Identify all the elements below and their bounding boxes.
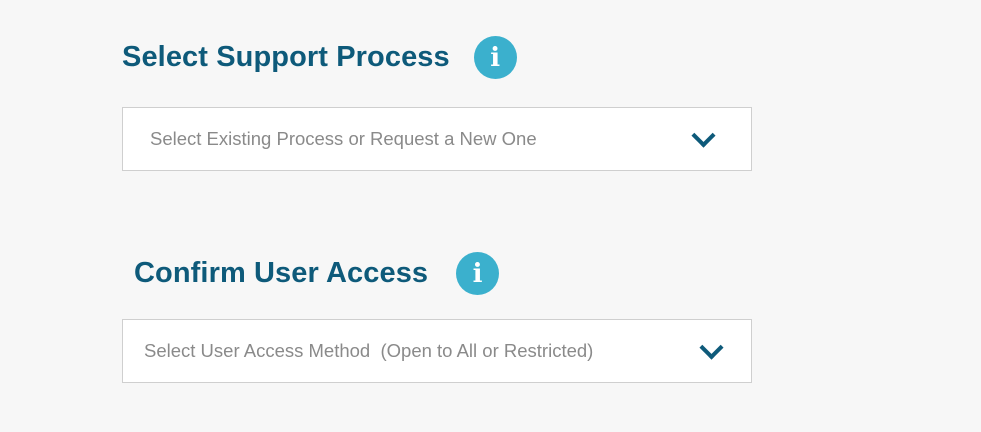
support-process-heading: Select Support Process i	[122, 36, 517, 79]
chevron-down-icon[interactable]	[691, 123, 716, 148]
info-icon[interactable]: i	[456, 252, 500, 295]
user-access-title: Confirm User Access	[134, 257, 429, 289]
chevron-down-icon[interactable]	[699, 335, 724, 360]
support-process-title: Select Support Process	[122, 41, 450, 73]
support-process-dropdown[interactable]: Select Existing Process or Request a New…	[122, 107, 752, 171]
info-icon[interactable]: i	[473, 36, 517, 79]
user-access-placeholder: Select User Access Method (Open to All o…	[144, 340, 594, 361]
support-process-placeholder: Select Existing Process or Request a New…	[150, 128, 537, 149]
user-access-heading: Confirm User Access i	[134, 252, 500, 295]
user-access-dropdown[interactable]: Select User Access Method (Open to All o…	[122, 319, 752, 383]
